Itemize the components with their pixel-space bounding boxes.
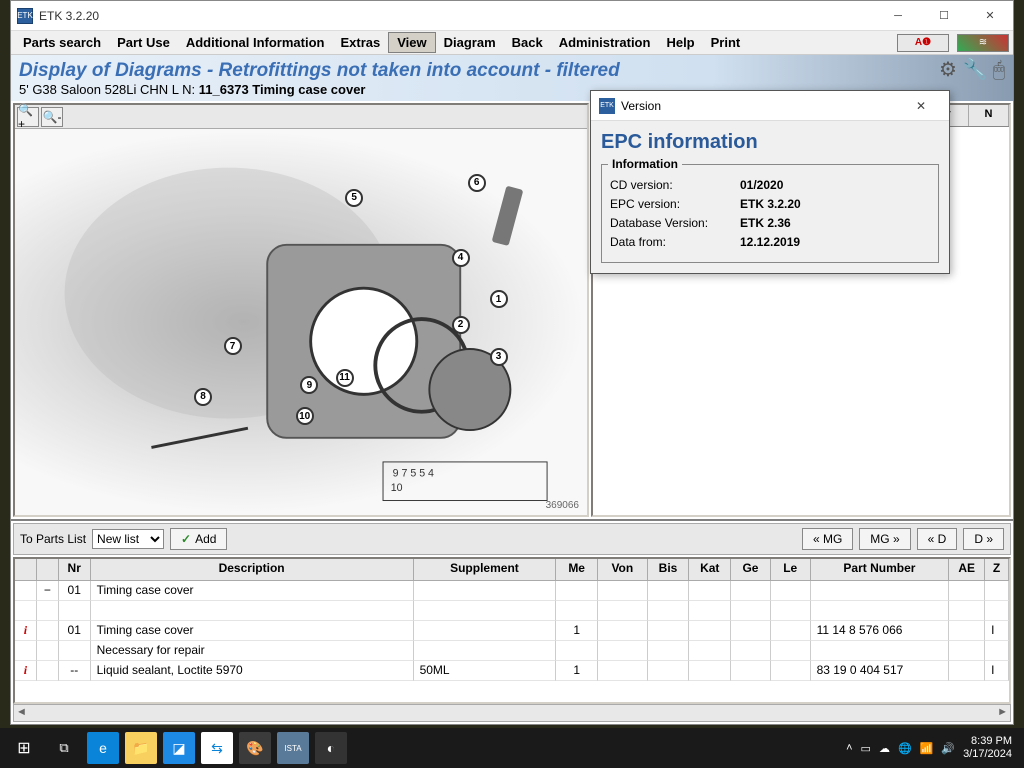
dialog-title: Version (621, 99, 901, 113)
system-tray[interactable]: ˄ ▭ ☁ 🌐 📶 🔊 8:39 PM3/17/2024 (846, 735, 1020, 761)
table-row[interactable]: Necessary for repair (15, 641, 1009, 661)
column-header[interactable]: Supplement (414, 559, 557, 581)
parts-list-select[interactable]: New list (92, 529, 164, 549)
diagram-reference: 369066 (546, 500, 579, 511)
column-header[interactable]: Part Number (811, 559, 950, 581)
close-button[interactable]: ✕ (967, 1, 1013, 31)
column-header[interactable]: Description (91, 559, 414, 581)
callout-3[interactable]: 3 (490, 348, 508, 366)
taskbar-app-explorer[interactable]: 📁 (125, 732, 157, 764)
add-button[interactable]: ✓Add (170, 528, 227, 550)
start-button[interactable]: ⊞ (4, 728, 44, 768)
info-row: CD version:01/2020 (610, 178, 930, 192)
menu-part-use[interactable]: Part Use (109, 33, 178, 52)
menu-view[interactable]: View (388, 32, 435, 53)
diagram-image[interactable]: 9 7 5 5 4 10 1234567891011 369066 (15, 129, 587, 515)
menu-extras[interactable]: Extras (332, 33, 388, 52)
info-row: Database Version:ETK 2.36 (610, 216, 930, 230)
wifi-icon[interactable]: 📶 (920, 742, 934, 755)
callout-6[interactable]: 6 (468, 174, 486, 192)
callout-8[interactable]: 8 (194, 388, 212, 406)
column-header[interactable]: Me (556, 559, 598, 581)
windows-taskbar[interactable]: ⊞ ⧉ e 📁 ◪ ⇆ 🎨 ISTA ◐ ˄ ▭ ☁ 🌐 📶 🔊 8:39 PM… (0, 728, 1024, 768)
onedrive-icon[interactable]: ☁ (879, 742, 890, 755)
prev-mg-button[interactable]: « MG (802, 528, 853, 550)
toolbar-button-a[interactable]: A❶ (897, 34, 949, 52)
menu-help[interactable]: Help (658, 33, 702, 52)
next-d-button[interactable]: D » (963, 528, 1004, 550)
column-header[interactable]: AE (949, 559, 985, 581)
column-header[interactable]: Le (771, 559, 811, 581)
menu-administration[interactable]: Administration (551, 33, 659, 52)
taskbar-app-teamviewer[interactable]: ⇆ (201, 732, 233, 764)
callout-1[interactable]: 1 (490, 290, 508, 308)
table-row[interactable]: −01Timing case cover (15, 581, 1009, 601)
titlebar: ETK ETK 3.2.20 ─ ☐ ✕ (11, 1, 1013, 31)
column-header[interactable]: Kat (689, 559, 731, 581)
column-header[interactable]: Nr (59, 559, 91, 581)
table-row[interactable] (15, 601, 1009, 621)
zoom-toolbar: 🔍+ 🔍- (15, 105, 587, 129)
column-header[interactable]: Z (985, 559, 1009, 581)
column-header[interactable]: Von (598, 559, 648, 581)
info-row: EPC version:ETK 3.2.20 (610, 197, 930, 211)
callout-10[interactable]: 10 (296, 407, 314, 425)
taskbar-app[interactable]: ◪ (163, 732, 195, 764)
dialog-heading: EPC information (601, 131, 939, 154)
chevron-up-icon[interactable]: ˄ (846, 742, 852, 754)
menu-print[interactable]: Print (703, 33, 749, 52)
diagram-pane: 🔍+ 🔍- 9 7 (13, 103, 589, 517)
column-header[interactable]: Ge (731, 559, 771, 581)
horizontal-scrollbar[interactable] (13, 704, 1011, 722)
info-group: Information CD version:01/2020EPC versio… (601, 164, 939, 263)
volume-icon[interactable]: 🔊 (941, 742, 955, 755)
dialog-close-button[interactable]: ✕ (901, 99, 941, 113)
callout-2[interactable]: 2 (452, 316, 470, 334)
taskbar-app[interactable]: ◐ (315, 732, 347, 764)
menu-parts-search[interactable]: Parts search (15, 33, 109, 52)
column-n[interactable]: N (969, 105, 1009, 126)
taskbar-app-edge[interactable]: e (87, 732, 119, 764)
callout-9[interactable]: 9 (300, 376, 318, 394)
toolbar-button-flag[interactable]: ≋ (957, 34, 1009, 52)
next-mg-button[interactable]: MG » (859, 528, 910, 550)
to-parts-list-label: To Parts List (20, 532, 86, 546)
callout-7[interactable]: 7 (224, 337, 242, 355)
info-icon: i (15, 661, 37, 681)
callout-4[interactable]: 4 (452, 249, 470, 267)
network-icon[interactable]: 🌐 (898, 742, 912, 755)
tray-icon[interactable]: ▭ (861, 742, 871, 755)
callout-5[interactable]: 5 (345, 189, 363, 207)
taskbar-app-paint[interactable]: 🎨 (239, 732, 271, 764)
minimize-button[interactable]: ─ (875, 1, 921, 31)
zoom-in-button[interactable]: 🔍+ (17, 107, 39, 127)
maximize-button[interactable]: ☐ (921, 1, 967, 31)
menu-additional-information[interactable]: Additional Information (178, 33, 333, 52)
menu-back[interactable]: Back (504, 33, 551, 52)
taskbar-app-etk[interactable]: ISTA (277, 732, 309, 764)
zoom-out-button[interactable]: 🔍- (41, 107, 63, 127)
parts-grid: NrDescriptionSupplementMeVonBisKatGeLePa… (13, 557, 1011, 704)
menubar: Parts searchPart UseAdditional Informati… (11, 31, 1013, 55)
navigation-bar: To Parts List New list ✓Add « MG MG » « … (13, 523, 1011, 555)
header-decorations: ⚙ 🔧 🖱 (939, 57, 1005, 82)
task-view-icon[interactable]: ⧉ (44, 728, 84, 768)
app-icon: ETK (17, 8, 33, 24)
table-row[interactable]: i01Timing case cover111 14 8 576 066I (15, 621, 1009, 641)
version-dialog: ETK Version ✕ EPC information Informatio… (590, 90, 950, 274)
prev-d-button[interactable]: « D (917, 528, 958, 550)
menu-diagram[interactable]: Diagram (436, 33, 504, 52)
app-icon: ETK (599, 98, 615, 114)
dialog-titlebar[interactable]: ETK Version ✕ (591, 91, 949, 121)
info-row: Data from:12.12.2019 (610, 235, 930, 249)
page-title: Display of Diagrams - Retrofittings not … (19, 60, 1005, 82)
clock[interactable]: 8:39 PM3/17/2024 (963, 735, 1012, 761)
table-row[interactable]: i--Liquid sealant, Loctite 597050ML183 1… (15, 661, 1009, 681)
callout-11[interactable]: 11 (336, 369, 354, 387)
column-header[interactable] (37, 559, 59, 581)
info-icon: i (15, 621, 37, 641)
column-header[interactable]: Bis (648, 559, 690, 581)
window-title: ETK 3.2.20 (39, 9, 875, 23)
column-header[interactable] (15, 559, 37, 581)
